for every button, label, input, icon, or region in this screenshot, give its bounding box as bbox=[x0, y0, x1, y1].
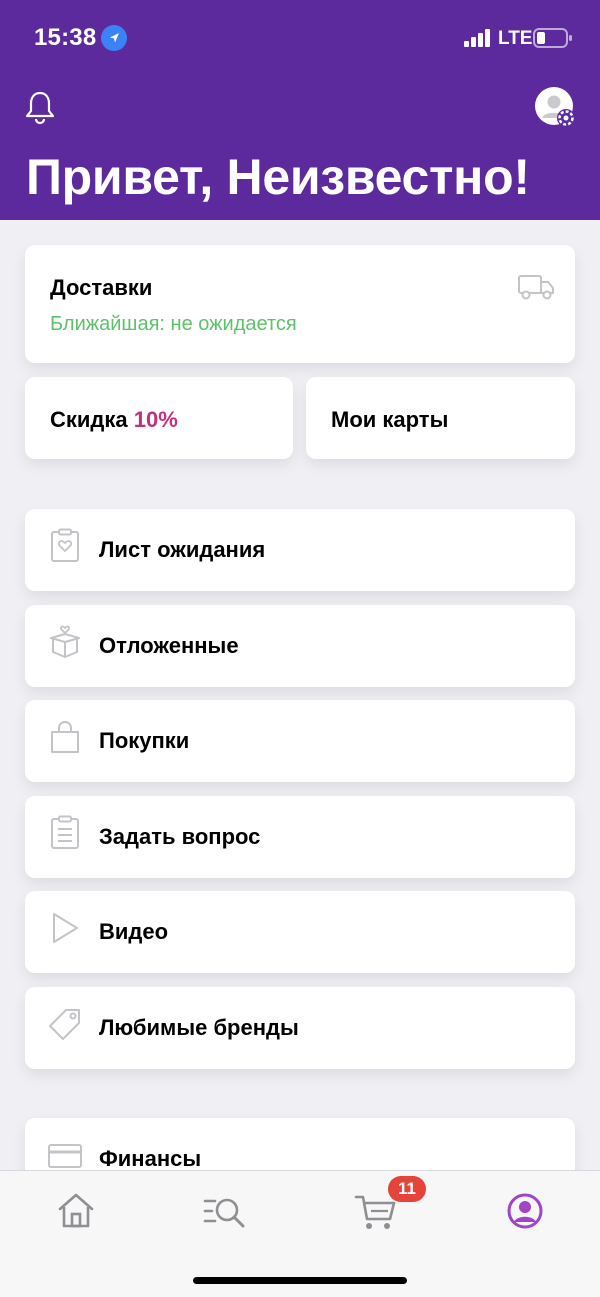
menu-item-label: Отложенные bbox=[99, 633, 239, 658]
discount-card[interactable]: Скидка 10% bbox=[25, 377, 293, 459]
signal-bars-icon bbox=[464, 29, 492, 52]
tag-icon bbox=[47, 1006, 83, 1042]
profile-settings-icon[interactable] bbox=[534, 86, 576, 128]
deliveries-card[interactable]: Доставки Ближайшая: не ожидается bbox=[25, 245, 575, 363]
clipboard-icon bbox=[47, 815, 83, 851]
menu-item-label: Лист ожидания bbox=[99, 537, 266, 562]
shopping-bag-icon bbox=[47, 719, 83, 755]
my-cards-card[interactable]: Мои карты bbox=[306, 377, 575, 459]
menu-item-purchases[interactable]: Покупки bbox=[25, 700, 575, 782]
menu-item-label: Видео bbox=[99, 919, 169, 944]
catalog-search-icon[interactable] bbox=[203, 1189, 247, 1233]
header: 15:38 LTE Привет, Неизвестно! bbox=[0, 0, 600, 220]
discount-label: Скидка 10% bbox=[50, 407, 178, 433]
deliveries-status: Ближайшая: не ожидается bbox=[50, 313, 297, 335]
profile-icon[interactable] bbox=[503, 1189, 547, 1233]
location-arrow-icon bbox=[101, 25, 127, 51]
cart-badge: 11 bbox=[388, 1176, 426, 1202]
battery-icon bbox=[533, 28, 573, 53]
menu-item-favorite-brands[interactable]: Любимые бренды bbox=[25, 987, 575, 1069]
status-bar: 15:38 LTE bbox=[0, 0, 600, 76]
home-indicator bbox=[193, 1277, 407, 1284]
deliveries-title: Доставки bbox=[50, 275, 153, 300]
menu-item-label: Покупки bbox=[99, 728, 190, 753]
waitlist-icon bbox=[47, 528, 83, 564]
menu-item-deferred[interactable]: Отложенные bbox=[25, 605, 575, 687]
menu-item-label: Финансы bbox=[99, 1146, 202, 1171]
home-icon[interactable] bbox=[54, 1189, 98, 1233]
page-title: Привет, Неизвестно! bbox=[26, 149, 530, 205]
menu-item-waitlist[interactable]: Лист ожидания bbox=[25, 509, 575, 591]
network-type: LTE bbox=[498, 28, 533, 49]
menu-item-video[interactable]: Видео bbox=[25, 891, 575, 973]
status-time: 15:38 bbox=[34, 24, 97, 51]
bell-icon[interactable] bbox=[24, 90, 56, 129]
menu-item-ask-question[interactable]: Задать вопрос bbox=[25, 796, 575, 878]
discount-text: Скидка bbox=[50, 407, 128, 432]
gift-box-icon bbox=[47, 624, 83, 660]
card-icon bbox=[47, 1137, 83, 1173]
truck-icon bbox=[517, 273, 555, 306]
menu-item-label: Задать вопрос bbox=[99, 824, 261, 849]
menu-item-label: Любимые бренды bbox=[99, 1015, 299, 1040]
discount-value: 10% bbox=[133, 407, 178, 432]
play-icon bbox=[47, 910, 83, 946]
my-cards-label: Мои карты bbox=[331, 407, 449, 432]
